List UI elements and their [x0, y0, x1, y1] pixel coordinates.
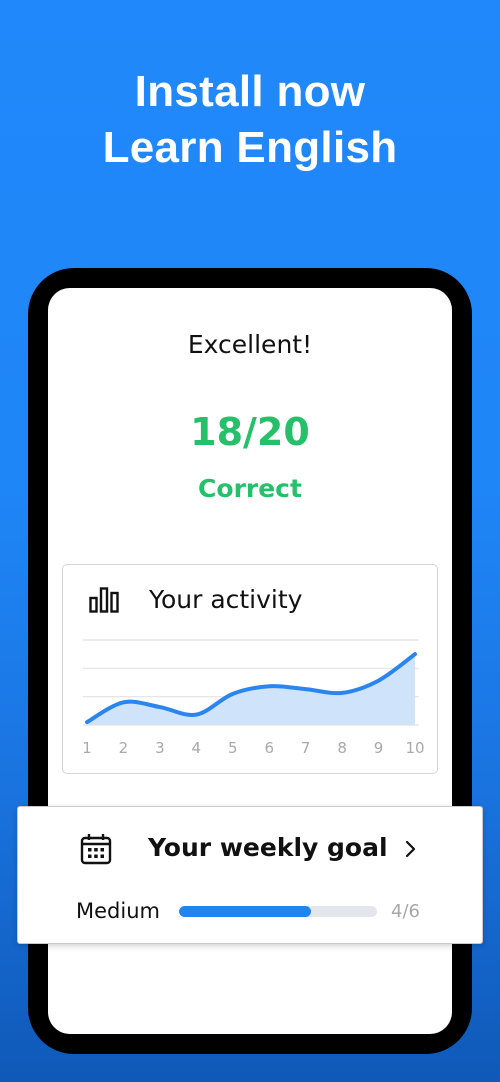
- x-tick-label: 3: [155, 739, 165, 757]
- headline: Install now Learn English: [0, 64, 500, 176]
- weekly-goal-card[interactable]: Your weekly goal Medium 4/6: [17, 806, 483, 944]
- x-tick-label: 6: [264, 739, 274, 757]
- score-value: 18/20: [190, 410, 310, 454]
- x-tick-label: 1: [82, 739, 92, 757]
- activity-chart: 1 2 3 4 5 6 7 8 9 10: [82, 639, 425, 757]
- calendar-icon: [80, 833, 112, 869]
- x-tick-label: 2: [119, 739, 129, 757]
- headline-line-2: Learn English: [102, 123, 398, 172]
- chevron-right-icon[interactable]: [404, 839, 418, 863]
- x-tick-label: 5: [228, 739, 238, 757]
- headline-line-1: Install now: [134, 67, 366, 116]
- weekly-goal-title: Your weekly goal: [148, 833, 388, 862]
- x-tick-label: 9: [374, 739, 384, 757]
- goal-progress-fill: [179, 906, 311, 917]
- activity-card: Your activity 1 2 3 4 5 6 7 8 9 10: [62, 564, 438, 774]
- x-tick-label: 7: [301, 739, 311, 757]
- goal-progress-bar: [179, 906, 377, 917]
- goal-level-label: Medium: [76, 899, 160, 923]
- score-label: Correct: [198, 474, 302, 503]
- goal-progress-count: 4/6: [391, 901, 420, 922]
- x-tick-label: 4: [192, 739, 202, 757]
- result-title: Excellent!: [187, 330, 313, 359]
- x-tick-label: 10: [405, 739, 424, 757]
- x-axis-ticks: 1 2 3 4 5 6 7 8 9 10: [82, 739, 424, 757]
- x-tick-label: 8: [337, 739, 347, 757]
